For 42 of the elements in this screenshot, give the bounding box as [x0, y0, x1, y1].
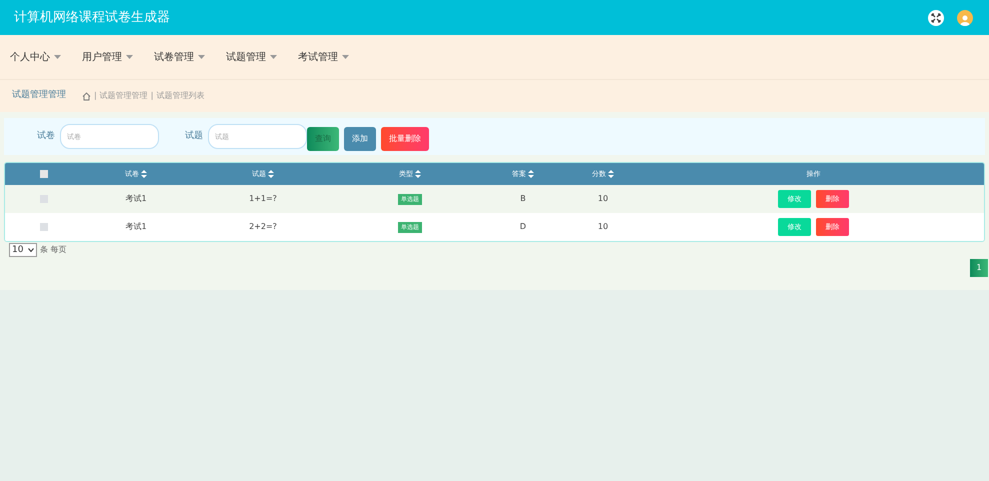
avatar-icon[interactable]: [957, 10, 973, 26]
breadcrumb-title: 试题管理管理: [12, 89, 66, 102]
table-cell: B: [520, 193, 526, 205]
field-label: 试卷: [37, 130, 55, 143]
page-button[interactable]: 1: [970, 259, 988, 277]
row-checkbox[interactable]: [40, 223, 48, 231]
table-cell: 2+2=?: [249, 221, 277, 233]
fullscreen-icon[interactable]: [928, 10, 944, 26]
table-cell: 10: [598, 221, 608, 233]
sort-icon: [415, 170, 421, 178]
caret-icon: [54, 55, 61, 59]
breadcrumb-separator: |: [94, 90, 97, 102]
sort-icon: [268, 170, 274, 178]
delete-button[interactable]: 批量删除: [381, 126, 429, 150]
sort-icon: [608, 170, 614, 178]
app-title: 计算机网络课程试卷生成器: [14, 8, 170, 27]
caret-icon: [342, 55, 349, 59]
sort-icon: [528, 170, 534, 178]
home-icon: [82, 92, 91, 100]
add-button[interactable]: 添加: [344, 126, 376, 150]
breadcrumb-separator: |: [150, 90, 154, 102]
breadcrumb-link[interactable]: 试题管理列表: [156, 90, 204, 102]
page-size-select[interactable]: 10: [9, 243, 37, 257]
nav-menu[interactable]: 个人中心: [10, 50, 61, 64]
table-cell: 考试1: [125, 221, 147, 233]
table-cell: D: [520, 221, 526, 233]
nav-menu[interactable]: 用户管理: [82, 50, 133, 64]
nav-menu[interactable]: 试题管理: [226, 50, 277, 64]
caret-icon: [126, 55, 133, 59]
table-cell: 1+1=?: [249, 193, 277, 205]
nav-menu[interactable]: 试卷管理: [154, 50, 205, 64]
page-size-label: 条 每页: [40, 244, 67, 256]
select-all-checkbox[interactable]: [40, 170, 48, 178]
caret-icon: [198, 55, 205, 59]
field-label: 试题: [185, 130, 203, 143]
table-cell: 考试1: [125, 193, 147, 205]
sort-icon: [141, 170, 147, 178]
nav-menu[interactable]: 考试管理: [298, 50, 349, 64]
table-cell: 10: [598, 193, 608, 205]
breadcrumb-link[interactable]: 试题管理管理: [100, 90, 148, 102]
caret-icon: [270, 55, 277, 59]
chevron-down-icon: [28, 248, 34, 252]
